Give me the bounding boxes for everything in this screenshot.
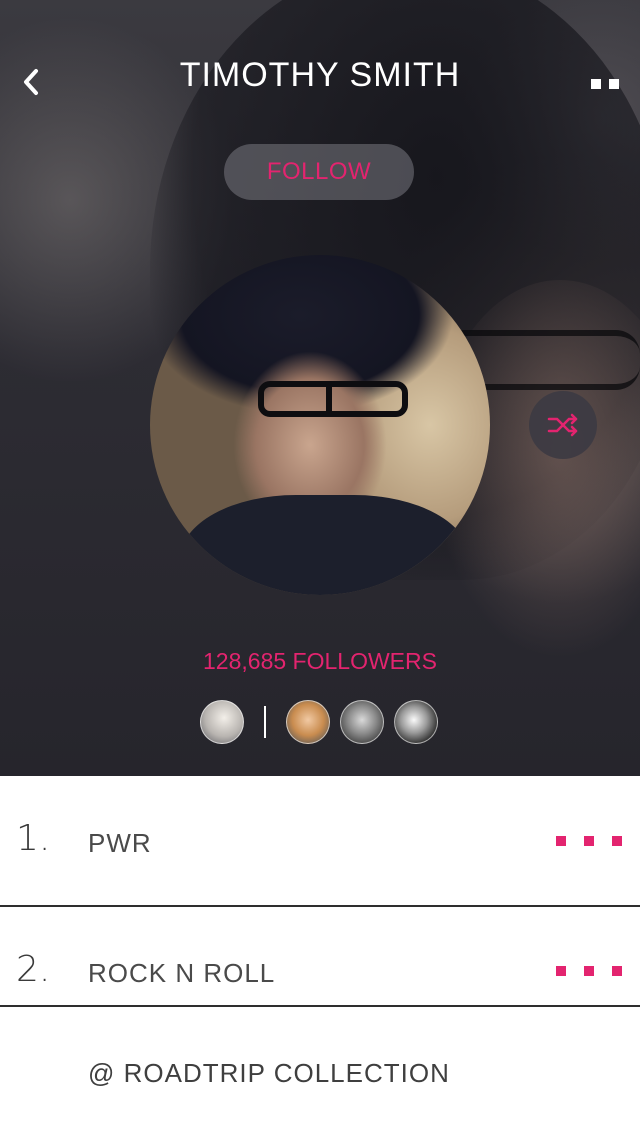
chevron-left-icon (24, 69, 38, 95)
more-icon (556, 836, 566, 846)
more-icon (612, 966, 622, 976)
more-icon (609, 79, 619, 89)
follower-avatar[interactable] (200, 700, 244, 744)
follower-avatar[interactable] (286, 700, 330, 744)
track-more-button[interactable] (556, 961, 622, 981)
track-number: 1. (16, 818, 51, 859)
avatar-glasses (258, 381, 408, 417)
shuffle-button[interactable] (529, 391, 597, 459)
track-row[interactable]: 2. ROCK N ROLL (0, 906, 640, 1036)
profile-hero: TIMOTHY SMITH FOLLOW 128,685 FOLLOWERS (0, 0, 640, 776)
more-icon (556, 966, 566, 976)
avatar-jacket (180, 495, 470, 595)
track-row[interactable]: 1. PWR (0, 776, 640, 906)
track-title: ROCK N ROLL (88, 958, 276, 988)
follower-divider (264, 706, 266, 738)
follower-avatars (0, 700, 640, 746)
followers-count[interactable]: 128,685 FOLLOWERS (120, 648, 520, 675)
shuffle-icon (547, 413, 578, 437)
divider (0, 1005, 640, 1007)
more-options-button[interactable] (584, 72, 626, 96)
collection-link[interactable]: @ ROADTRIP COLLECTION (88, 1058, 450, 1089)
more-icon (591, 79, 601, 89)
track-title: PWR (88, 828, 152, 858)
track-number: 2. (16, 949, 51, 990)
follow-button[interactable]: FOLLOW (224, 144, 414, 200)
follower-avatar[interactable] (340, 700, 384, 744)
profile-avatar (150, 255, 490, 595)
more-icon (612, 836, 622, 846)
more-icon (584, 966, 594, 976)
page-title: TIMOTHY SMITH (179, 56, 461, 94)
more-icon (584, 836, 594, 846)
track-more-button[interactable] (556, 831, 622, 851)
follower-avatar[interactable] (394, 700, 438, 744)
back-button[interactable] (14, 64, 48, 100)
